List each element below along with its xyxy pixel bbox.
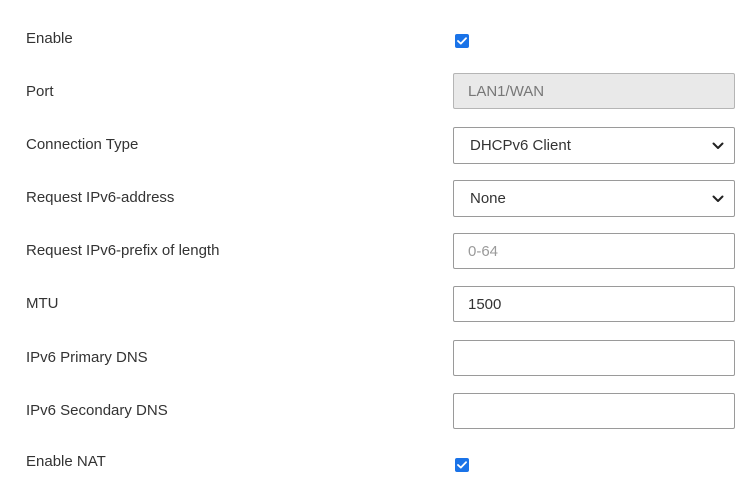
enable-nat-label: Enable NAT — [26, 453, 106, 470]
prefix-length-field[interactable] — [453, 233, 735, 269]
request-address-label: Request IPv6-address — [26, 189, 175, 206]
port-label: Port — [26, 83, 54, 100]
check-icon — [457, 37, 467, 45]
connection-type-select[interactable]: DHCPv6 Client — [453, 127, 735, 164]
chevron-down-icon — [712, 142, 724, 149]
request-address-value: None — [470, 190, 506, 207]
mtu-field[interactable] — [453, 286, 735, 322]
primary-dns-field[interactable] — [453, 340, 735, 376]
check-icon — [457, 461, 467, 469]
request-address-select[interactable]: None — [453, 180, 735, 217]
enable-checkbox[interactable] — [455, 34, 469, 48]
enable-label: Enable — [26, 30, 73, 47]
prefix-length-label: Request IPv6-prefix of length — [26, 242, 220, 259]
secondary-dns-label: IPv6 Secondary DNS — [26, 402, 168, 419]
connection-type-value: DHCPv6 Client — [470, 137, 571, 154]
connection-type-label: Connection Type — [26, 136, 139, 153]
mtu-label: MTU — [26, 295, 59, 312]
secondary-dns-field[interactable] — [453, 393, 735, 429]
port-field — [453, 73, 735, 109]
primary-dns-label: IPv6 Primary DNS — [26, 349, 148, 366]
enable-nat-checkbox[interactable] — [455, 458, 469, 472]
chevron-down-icon — [712, 195, 724, 202]
